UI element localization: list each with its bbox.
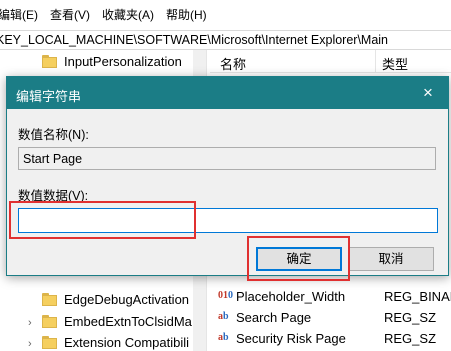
value-name-label: 数值名称(N): (18, 128, 89, 142)
address-bar[interactable]: KEY_LOCAL_MACHINE\SOFTWARE\Microsoft\Int… (0, 30, 451, 50)
address-path: KEY_LOCAL_MACHINE\SOFTWARE\Microsoft\Int… (0, 33, 389, 47)
cancel-button[interactable]: 取消 (348, 247, 434, 271)
column-header-name[interactable]: 名称 (220, 54, 246, 73)
column-header-type[interactable]: 类型 (382, 54, 408, 73)
string-value-icon: ab (218, 311, 229, 322)
chevron-right-icon[interactable]: › (28, 338, 32, 350)
list-item[interactable]: ab Search Page REG_SZ (210, 308, 451, 329)
value-name: Placeholder_Width (236, 289, 346, 304)
value-type: REG_SZ (384, 331, 437, 346)
tree-item-label: InputPersonalization (64, 54, 182, 69)
value-name-field: Start Page (18, 147, 436, 170)
tree-item-label: EmbedExtnToClsidMa (64, 314, 192, 329)
tree-item[interactable]: › EmbedExtnToClsidMa (0, 312, 206, 334)
annotation-box-input (9, 201, 196, 239)
menu-edit[interactable]: 编辑(E) (0, 0, 50, 30)
binary-value-icon: 010 (218, 290, 233, 301)
value-type: REG_SZ (384, 310, 437, 325)
string-value-icon: ab (218, 332, 229, 343)
value-name: Security Risk Page (236, 331, 346, 346)
folder-icon (42, 315, 57, 328)
list-header: 名称 类型 (210, 50, 451, 73)
tree-item-label: Extension Compatibili (64, 335, 190, 350)
edit-string-dialog: 编辑字符串 × 数值名称(N): Start Page 数值数据(V): 确定 … (6, 76, 449, 276)
annotation-box-ok (247, 236, 350, 281)
tree-item[interactable]: InputPersonalization (0, 52, 206, 74)
dialog-title: 编辑字符串 (16, 89, 82, 104)
chevron-right-icon[interactable]: › (28, 317, 32, 329)
folder-icon (42, 55, 57, 68)
folder-icon (42, 293, 57, 306)
value-type: REG_BINAR (384, 289, 451, 304)
menu-view[interactable]: 查看(V) (50, 0, 102, 30)
folder-icon (42, 336, 57, 349)
dialog-titlebar[interactable]: 编辑字符串 × (7, 77, 448, 109)
tree-item[interactable]: › Extension Compatibili (0, 333, 206, 351)
list-item[interactable]: ab Security Risk Page REG_SZ (210, 329, 451, 350)
menu-bar: 编辑(E) 查看(V) 收藏夹(A) 帮助(H) (0, 0, 451, 30)
list-item[interactable]: 010 Placeholder_Width REG_BINAR (210, 287, 451, 308)
tree-item-label: EdgeDebugActivation (64, 292, 190, 307)
menu-favorites[interactable]: 收藏夹(A) (102, 0, 166, 30)
menu-help[interactable]: 帮助(H) (166, 0, 219, 30)
close-icon[interactable]: × (408, 77, 448, 109)
value-name: Search Page (236, 310, 312, 325)
value-name-text: Start Page (23, 152, 83, 166)
tree-item[interactable]: EdgeDebugActivation (0, 290, 206, 312)
column-divider[interactable] (375, 50, 376, 72)
